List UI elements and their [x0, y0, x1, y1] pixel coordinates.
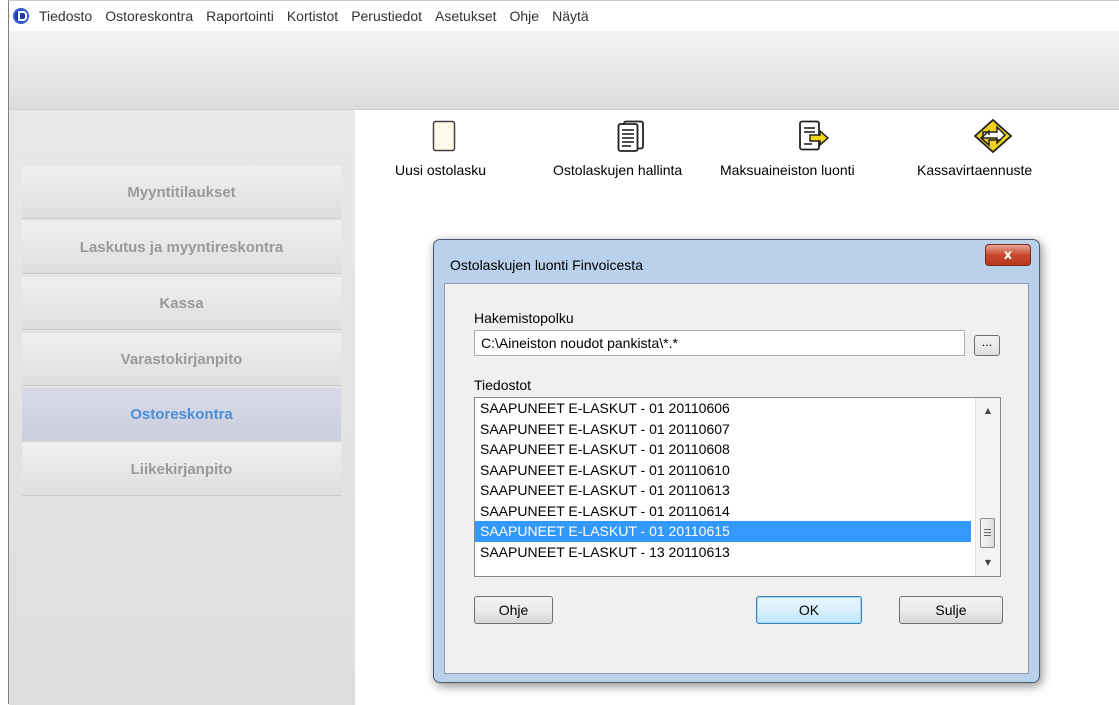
list-item-selected[interactable]: SAAPUNEET E-LASKUT - 01 20110615: [475, 521, 971, 542]
menu-perustiedot[interactable]: Perustiedot: [351, 8, 422, 24]
dialog-title: Ostolaskujen luonti Finvoicesta: [450, 257, 643, 273]
dialog-body: Hakemistopolku ... Tiedostot SAAPUNEET E…: [444, 283, 1029, 674]
app-logo-icon[interactable]: [13, 8, 29, 24]
menu-ostoreskontra[interactable]: Ostoreskontra: [105, 8, 193, 24]
sidebar-item-liikekirjanpito[interactable]: Liikekirjanpito: [22, 443, 341, 496]
path-label: Hakemistopolku: [474, 310, 574, 326]
shortcut-label: Maksuaineiston luonti: [720, 162, 855, 178]
sidebar-item-varastokirjanpito[interactable]: Varastokirjanpito: [22, 333, 341, 386]
shortcut-kassavirtaennuste[interactable]: Kassavirtaennuste: [915, 114, 1065, 184]
list-item[interactable]: SAAPUNEET E-LASKUT - 01 20110614: [475, 501, 971, 522]
menu-nayta[interactable]: Näytä: [552, 8, 589, 24]
shortcut-label: Kassavirtaennuste: [917, 162, 1033, 178]
list-item[interactable]: SAAPUNEET E-LASKUT - 01 20110610: [475, 460, 971, 481]
ok-button[interactable]: OK: [756, 596, 862, 624]
ellipsis-icon: ...: [981, 336, 993, 349]
grip-line: [984, 529, 991, 530]
files-label: Tiedostot: [474, 377, 532, 393]
shortcut-uusi-ostolasku[interactable]: Uusi ostolasku: [385, 114, 515, 184]
sidebar-item-kassa[interactable]: Kassa: [22, 277, 341, 330]
blank-document-icon: [432, 120, 456, 152]
file-list[interactable]: SAAPUNEET E-LASKUT - 01 20110606 SAAPUNE…: [474, 397, 1001, 577]
sidebar: Myyntitilaukset Laskutus ja myyntireskon…: [9, 110, 355, 705]
menu-ohje[interactable]: Ohje: [510, 8, 540, 24]
scroll-up-arrow-icon[interactable]: ▲: [976, 402, 1000, 420]
grip-line: [984, 532, 991, 533]
finvoice-dialog: Ostolaskujen luonti Finvoicesta x Hakemi…: [433, 239, 1040, 683]
help-button[interactable]: Ohje: [474, 596, 553, 624]
document-export-icon: [799, 120, 830, 151]
vertical-scrollbar[interactable]: ▲ ▼: [975, 398, 1000, 576]
list-item[interactable]: SAAPUNEET E-LASKUT - 01 20110606: [475, 398, 971, 419]
list-item[interactable]: SAAPUNEET E-LASKUT - 01 20110613: [475, 480, 971, 501]
close-button[interactable]: Sulje: [899, 596, 1003, 624]
sidebar-item-myyntitilaukset[interactable]: Myyntitilaukset: [22, 166, 341, 219]
menu-raportointi[interactable]: Raportointi: [206, 8, 274, 24]
path-input[interactable]: [474, 330, 965, 356]
shortcut-label: Ostolaskujen hallinta: [553, 162, 683, 178]
browse-button[interactable]: ...: [974, 335, 1000, 356]
shortcut-maksuaineiston-luonti[interactable]: Maksuaineiston luonti: [718, 114, 908, 184]
shortcut-ostolaskujen-hallinta[interactable]: Ostolaskujen hallinta: [543, 114, 713, 184]
toolbar-strip: [9, 31, 1119, 110]
menu-kortistot[interactable]: Kortistot: [287, 8, 338, 24]
dialog-close-button[interactable]: x: [985, 244, 1031, 266]
menu-bar: Tiedosto Ostoreskontra Raportointi Korti…: [9, 1, 1119, 31]
list-item[interactable]: SAAPUNEET E-LASKUT - 01 20110608: [475, 439, 971, 460]
shortcut-label: Uusi ostolasku: [395, 162, 487, 178]
sidebar-item-laskutus[interactable]: Laskutus ja myyntireskontra: [22, 221, 341, 274]
close-icon: x: [1003, 247, 1013, 263]
document-list-icon: [617, 120, 644, 152]
list-item[interactable]: SAAPUNEET E-LASKUT - 01 20110607: [475, 419, 971, 440]
scroll-down-arrow-icon[interactable]: ▼: [976, 554, 1000, 572]
sidebar-item-ostoreskontra[interactable]: Ostoreskontra: [22, 388, 341, 441]
grip-line: [984, 535, 991, 536]
menu-asetukset[interactable]: Asetukset: [435, 8, 496, 24]
scrollbar-thumb[interactable]: [980, 518, 995, 548]
list-item[interactable]: SAAPUNEET E-LASKUT - 13 20110613: [475, 542, 971, 563]
cashflow-arrows-icon: [973, 118, 1013, 154]
menu-tiedosto[interactable]: Tiedosto: [39, 8, 92, 24]
